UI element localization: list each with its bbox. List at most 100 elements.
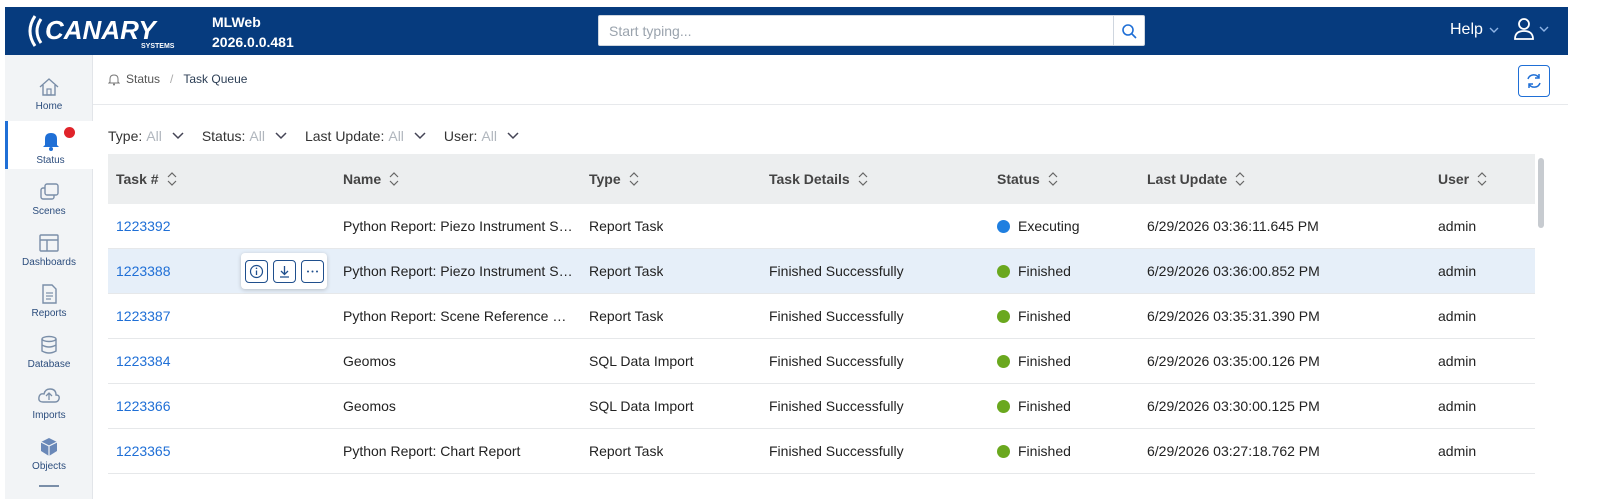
task-number-link[interactable]: 1223384 [116, 353, 171, 369]
sidebar-item-reports[interactable]: Reports [5, 274, 93, 322]
chevron-down-icon [172, 132, 184, 140]
column-label: Task Details [769, 171, 850, 187]
search-icon [1122, 23, 1137, 39]
sidebar-item-label: Status [36, 155, 65, 166]
column-header-last-update[interactable]: Last Update [1147, 171, 1245, 187]
task-user: admin [1438, 308, 1477, 324]
more-options-button[interactable] [300, 259, 324, 283]
last-update: 6/29/2026 03:36:11.645 PM [1147, 218, 1319, 234]
last-update: 6/29/2026 03:30:00.125 PM [1147, 398, 1320, 414]
app-version: 2026.0.0.481 [212, 34, 294, 50]
filter-label: User: [443, 128, 478, 144]
column-header-name[interactable]: Name [343, 171, 399, 187]
task-name: Geomos [343, 398, 396, 414]
page-toolbar: Status / Task Queue [93, 55, 1568, 105]
status-dot-finished [997, 355, 1010, 368]
status-text: Finished [1018, 308, 1071, 324]
filter-type[interactable]: Type: All [108, 128, 184, 144]
user-menu[interactable] [1513, 17, 1549, 41]
filter-value: All [388, 128, 404, 144]
bell-icon [42, 133, 59, 151]
filter-last-update[interactable]: Last Update: All [305, 128, 426, 144]
task-type: Report Task [589, 308, 664, 324]
top-header: CANARY SYSTEMS MLWeb 2026.0.0.481 Help [5, 7, 1568, 55]
table-row[interactable]: 1223387 Python Report: Scene Reference R… [108, 294, 1535, 339]
download-icon [279, 265, 289, 278]
chevron-down-icon [507, 132, 519, 140]
refresh-button[interactable] [1518, 65, 1550, 97]
report-icon [42, 284, 57, 304]
chevron-down-icon [275, 132, 287, 140]
app-info: MLWeb 2026.0.0.481 [212, 12, 294, 52]
logo-text: CANARY [45, 15, 158, 45]
database-icon [41, 335, 57, 354]
row-actions [241, 253, 327, 289]
task-type: SQL Data Import [589, 353, 694, 369]
column-header-user[interactable]: User [1438, 171, 1487, 187]
column-label: Type [589, 171, 621, 187]
column-label: Task # [116, 171, 159, 187]
column-header-status[interactable]: Status [997, 171, 1058, 187]
status-text: Finished [1018, 353, 1071, 369]
sidebar-item-label: Dashboards [22, 257, 76, 268]
table-scrollbar[interactable] [1538, 158, 1544, 228]
sort-icon [167, 172, 176, 186]
column-label: User [1438, 171, 1470, 187]
table-row[interactable]: 1223366 Geomos SQL Data Import Finished … [108, 384, 1535, 429]
filter-label: Last Update: [304, 128, 385, 144]
task-number-link[interactable]: 1223387 [116, 308, 171, 324]
table-row[interactable]: 1223365 Python Report: Chart Report Repo… [108, 429, 1535, 474]
task-user: admin [1438, 263, 1477, 279]
task-user: admin [1438, 398, 1477, 414]
sidebar-item-dashboards[interactable]: Dashboards [5, 223, 93, 271]
breadcrumb-parent[interactable]: Status [126, 72, 160, 86]
filter-user[interactable]: User: All [444, 128, 519, 144]
canary-logo[interactable]: CANARY SYSTEMS [21, 10, 201, 52]
column-header-task-details[interactable]: Task Details [769, 171, 868, 187]
help-menu[interactable]: Help [1450, 21, 1499, 39]
search-button[interactable] [1113, 16, 1144, 45]
filter-status[interactable]: Status: All [202, 128, 287, 144]
column-header-type[interactable]: Type [589, 171, 639, 187]
table-row[interactable]: 1223392 Python Report: Piezo Instrument … [108, 204, 1535, 249]
sort-icon [858, 172, 868, 186]
cloud-upload-icon [38, 388, 60, 403]
status-cell: Finished [997, 308, 1071, 324]
sidebar-item-home[interactable]: Home [5, 67, 93, 115]
status-dot-finished [997, 310, 1010, 323]
info-button[interactable] [244, 259, 268, 283]
breadcrumb-current: Task Queue [183, 72, 248, 86]
task-number-link[interactable]: 1223392 [116, 218, 171, 234]
task-details: Finished Successfully [769, 263, 904, 279]
task-number-link[interactable]: 1223366 [116, 398, 171, 414]
task-user: admin [1438, 218, 1477, 234]
task-number-link[interactable]: 1223365 [116, 443, 171, 459]
user-icon [1514, 18, 1534, 40]
column-label: Status [997, 171, 1040, 187]
cube-icon [40, 438, 58, 456]
last-update: 6/29/2026 03:35:00.126 PM [1147, 353, 1320, 369]
sidebar-item-label: Imports [32, 410, 66, 421]
sidebar-item-status[interactable]: Status [5, 121, 93, 169]
bell-outline-icon [108, 73, 120, 85]
sidebar-item-objects[interactable]: Objects [5, 427, 93, 475]
sidebar-item-database[interactable]: Database [5, 325, 93, 373]
table-row[interactable]: 1223388 Python Report: Piezo Instrument … [108, 249, 1535, 294]
filter-value: All [481, 128, 497, 144]
task-details: Finished Successfully [769, 353, 904, 369]
column-header-task[interactable]: Task # [116, 171, 177, 187]
status-cell: Finished [997, 443, 1071, 459]
info-icon [249, 264, 263, 278]
table-row[interactable]: 1223384 Geomos SQL Data Import Finished … [108, 339, 1535, 384]
status-cell: Finished [997, 353, 1071, 369]
task-type: Report Task [589, 218, 664, 234]
search-input[interactable] [599, 16, 1114, 45]
notification-badge [64, 127, 75, 138]
sidebar-item-imports[interactable]: Imports [5, 376, 93, 424]
task-number-link[interactable]: 1223388 [116, 263, 171, 279]
sidebar-item-scenes[interactable]: Scenes [5, 172, 93, 220]
status-dot-finished [997, 445, 1010, 458]
logo-subtext: SYSTEMS [141, 43, 175, 50]
refresh-icon [1527, 74, 1541, 88]
download-button[interactable] [272, 259, 296, 283]
